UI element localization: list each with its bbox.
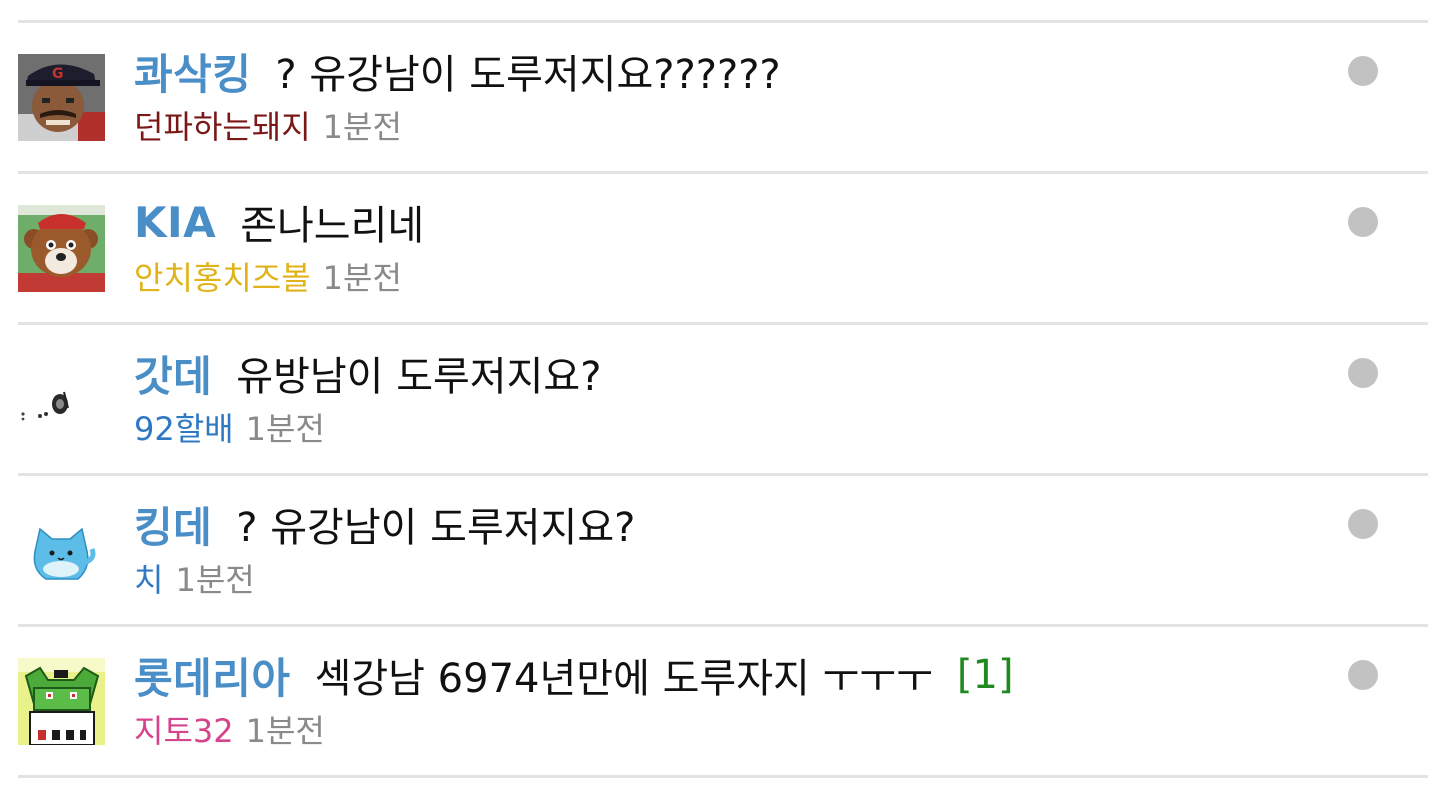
list-item[interactable]: G 콰삭킹 ? 유강남이 도루저지요?????? 던파하는돼지 1분전 [18,23,1428,174]
post-title[interactable]: ? 유강남이 도루저지요?????? [275,42,780,100]
author-name[interactable]: 안치홍치즈볼 [134,253,311,299]
team-label: 킹데 [134,502,213,552]
post-time: 1분전 [322,108,402,146]
green-pixel-character-icon [18,658,105,745]
post-time: 1분전 [175,561,255,599]
author-name[interactable]: 지토32 [134,706,234,752]
post-time: 1분전 [322,259,402,297]
comment-count[interactable]: [1] [957,652,1014,698]
post-title[interactable]: ? 유강남이 도루저지요? [236,495,635,553]
blue-cat-icon [18,507,105,594]
unread-dot-icon [1348,207,1378,237]
unread-dot-icon [1348,509,1378,539]
post-time: 1분전 [245,712,325,750]
small-glyph-icon [18,356,105,443]
post-title[interactable]: 섹강남 6974년만에 도루자지 ㅜㅜㅜ [315,646,933,704]
team-label: 콰삭킹 [134,49,252,99]
team-label: 갓데 [134,351,213,401]
tiger-mascot-icon [18,205,105,292]
list-item[interactable]: KIA 존나느리네 안치홍치즈볼 1분전 [18,174,1428,325]
post-title[interactable]: 유방남이 도루저지요? [236,344,601,402]
unread-dot-icon [1348,358,1378,388]
list-item[interactable]: 롯데리아 섹강남 6974년만에 도루자지 ㅜㅜㅜ [1] 지토32 1분전 [18,627,1428,778]
author-name[interactable]: 92할배 [134,404,234,450]
unread-dot-icon [1348,56,1378,86]
team-label: 롯데리아 [134,653,291,703]
unread-dot-icon [1348,660,1378,690]
post-time: 1분전 [245,410,325,448]
list-item[interactable]: 킹데 ? 유강남이 도루저지요? 치 1분전 [18,476,1428,627]
post-title[interactable]: 존나느리네 [240,193,424,251]
baseball-player-icon: G [18,54,105,141]
svg-text:G: G [52,66,64,82]
team-label: KIA [134,197,217,247]
author-name[interactable]: 던파하는돼지 [134,102,311,148]
list-item[interactable]: 갓데 유방남이 도루저지요? 92할배 1분전 [18,325,1428,476]
author-name[interactable]: 치 [134,555,163,601]
post-list: G 콰삭킹 ? 유강남이 도루저지요?????? 던파하는돼지 1분전 KIA … [18,20,1428,778]
